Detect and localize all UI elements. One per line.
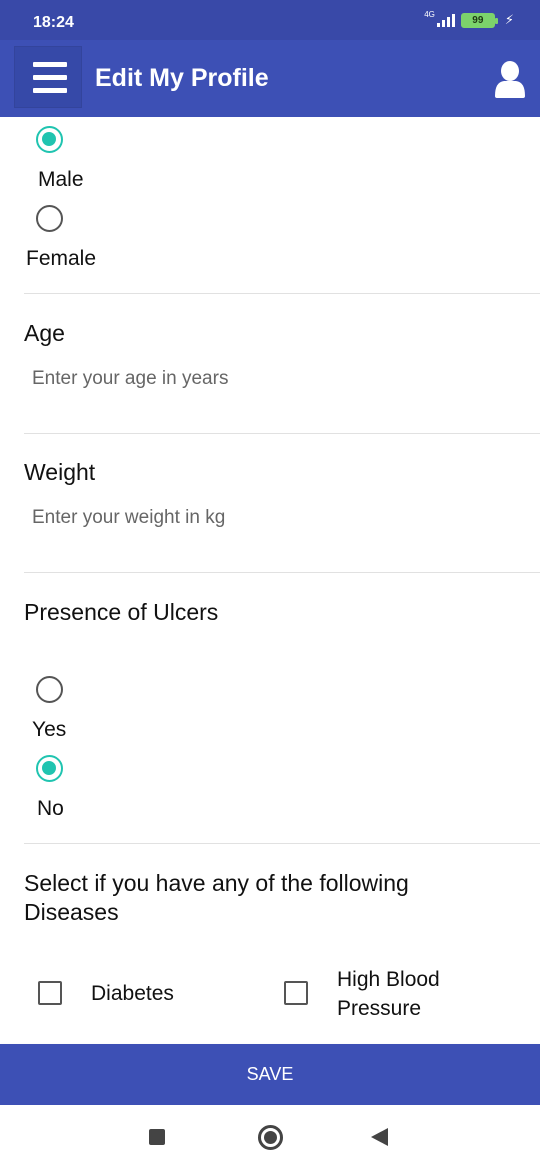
recent-apps-icon[interactable] <box>149 1129 165 1145</box>
status-time: 18:24 <box>33 14 74 31</box>
weight-input[interactable] <box>32 503 512 533</box>
system-nav-bar <box>0 1105 540 1170</box>
divider <box>24 293 540 294</box>
ulcers-yes-label: Yes <box>32 718 67 741</box>
gender-female-label: Female <box>26 247 97 270</box>
battery-icon: 99 <box>460 12 498 28</box>
age-input[interactable] <box>32 364 512 394</box>
divider <box>24 572 540 573</box>
diabetes-label: Diabetes <box>91 982 174 1005</box>
divider <box>24 433 540 434</box>
ulcers-no-radio[interactable] <box>36 755 63 782</box>
gender-male-label: Male <box>38 168 84 191</box>
page-title: Edit My Profile <box>95 64 269 92</box>
weight-label: Weight <box>24 459 96 485</box>
save-button[interactable]: SAVE <box>0 1044 540 1105</box>
high-blood-pressure-label: High Blood Pressure <box>337 968 440 1020</box>
battery-level: 99 <box>472 14 484 26</box>
gender-female-radio[interactable] <box>36 205 63 232</box>
charging-icon: ⚡︎ <box>504 12 514 27</box>
app-bar: Edit My Profile <box>0 40 540 117</box>
diseases-label: Select if you have any of the following … <box>24 870 409 925</box>
status-bar: 18:24 4G 99 ⚡︎ <box>0 0 540 40</box>
signal-icon <box>436 13 455 27</box>
back-icon[interactable] <box>371 1128 388 1146</box>
ulcers-label: Presence of Ulcers <box>24 599 219 625</box>
home-icon[interactable] <box>258 1125 283 1150</box>
diabetes-checkbox[interactable] <box>38 981 62 1005</box>
age-label: Age <box>24 320 65 346</box>
save-button-label: SAVE <box>246 1064 294 1084</box>
user-profile-icon[interactable] <box>494 60 526 98</box>
ulcers-no-label: No <box>37 797 64 820</box>
ulcers-yes-radio[interactable] <box>36 676 63 703</box>
network-type-label: 4G <box>424 9 435 19</box>
gender-male-radio[interactable] <box>36 126 63 153</box>
menu-icon[interactable] <box>14 46 82 108</box>
profile-form[interactable]: Male Female Age Weight Presence of Ulcer… <box>0 117 540 1044</box>
status-icons: 4G 99 ⚡︎ <box>420 9 514 28</box>
divider <box>24 843 540 844</box>
high-blood-pressure-checkbox[interactable] <box>284 981 308 1005</box>
